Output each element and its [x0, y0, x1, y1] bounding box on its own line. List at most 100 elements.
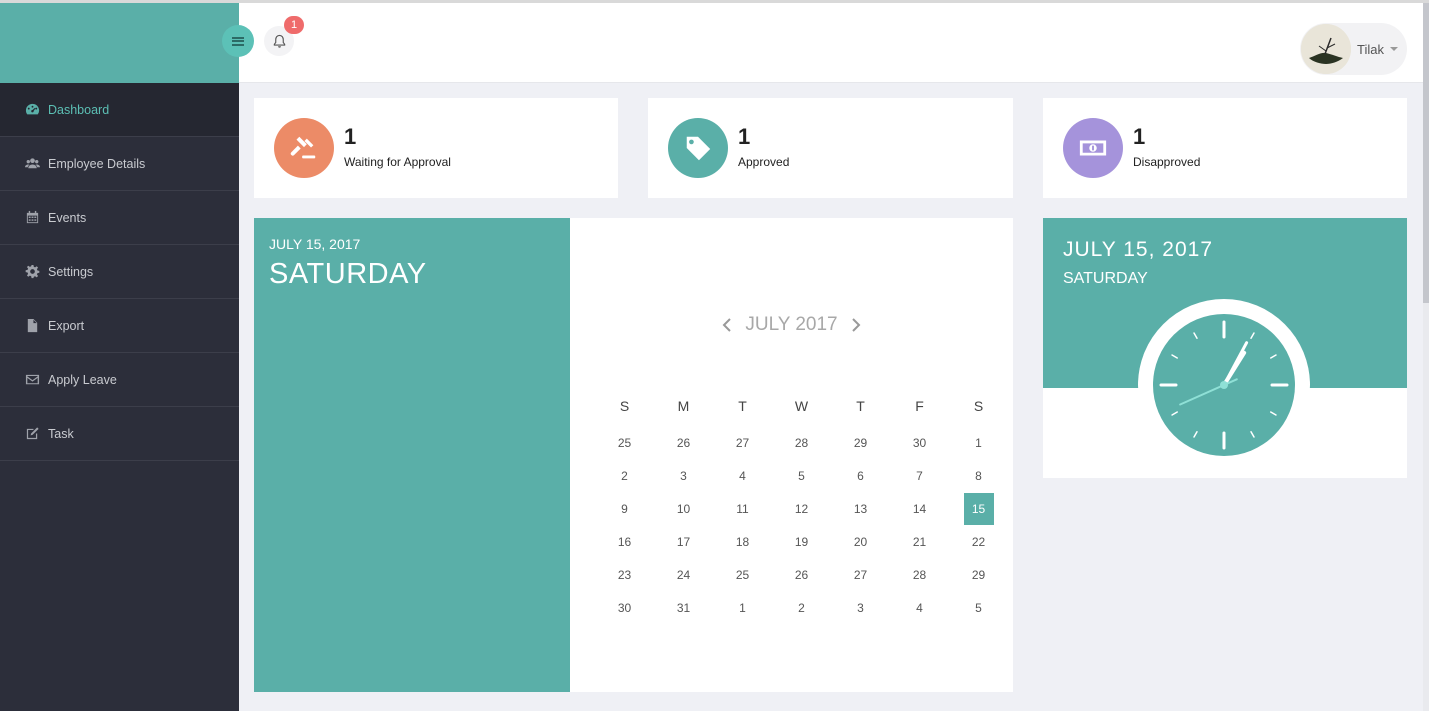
weekday-label: T	[738, 398, 747, 414]
clock-date: JULY 15, 2017	[1063, 238, 1213, 261]
menu-toggle-button[interactable]	[222, 25, 254, 57]
calendar-day[interactable]: 16	[595, 525, 654, 558]
calendar-day[interactable]: 28	[890, 558, 949, 591]
calendar-day[interactable]: 10	[654, 492, 713, 525]
sidebar-item-label: Dashboard	[48, 102, 110, 117]
calendar-day[interactable]: 1	[713, 591, 772, 624]
calendar-day[interactable]: 25	[595, 426, 654, 459]
calendar-grid: S M T W T F S 25 26 27 28 29 30 1 2 3 4 …	[595, 393, 1008, 624]
stat-card-waiting: 1 Waiting for Approval	[254, 98, 618, 198]
top-header	[239, 3, 1423, 83]
next-month-button[interactable]	[846, 315, 866, 335]
calendar-month-nav: JULY 2017	[570, 313, 1013, 337]
tag-icon	[668, 118, 728, 178]
gear-icon	[24, 264, 40, 280]
calendar-date-panel: JULY 15, 2017 SATURDAY	[254, 218, 570, 692]
users-icon	[24, 156, 40, 172]
calendar-day[interactable]: 13	[831, 492, 890, 525]
sidebar-item-task[interactable]: Task	[0, 407, 239, 461]
clock-day: SATURDAY	[1063, 270, 1148, 287]
calendar-day[interactable]: 19	[772, 525, 831, 558]
calendar-day[interactable]: 2	[772, 591, 831, 624]
calendar-day[interactable]: 12	[772, 492, 831, 525]
calendar-week-row: 9 10 11 12 13 14 15	[595, 492, 1008, 525]
calendar-day[interactable]: 29	[831, 426, 890, 459]
sidebar-item-label: Employee Details	[48, 156, 146, 171]
sidebar-item-employee-details[interactable]: Employee Details	[0, 137, 239, 191]
calendar-day[interactable]: 5	[949, 591, 1008, 624]
sidebar-item-export[interactable]: Export	[0, 299, 239, 353]
user-name: Tilak	[1357, 41, 1384, 57]
weekday-label: F	[915, 398, 924, 414]
brand-area	[0, 0, 239, 83]
money-icon	[1063, 118, 1123, 178]
calendar-day[interactable]: 21	[890, 525, 949, 558]
analog-clock-icon	[1138, 299, 1310, 471]
hamburger-icon	[232, 35, 244, 47]
calendar-day[interactable]: 31	[654, 591, 713, 624]
calendar-day[interactable]: 7	[890, 459, 949, 492]
calendar-day[interactable]: 2	[595, 459, 654, 492]
calendar-day[interactable]: 4	[890, 591, 949, 624]
window-top-border	[0, 0, 1429, 3]
stat-card-disapproved: 1 Disapproved	[1043, 98, 1407, 198]
user-menu[interactable]: Tilak	[1300, 23, 1407, 75]
calendar-week-row: 30 31 1 2 3 4 5	[595, 591, 1008, 624]
sidebar-item-dashboard[interactable]: Dashboard	[0, 83, 239, 137]
calendar-day[interactable]: 26	[772, 558, 831, 591]
calendar-day[interactable]: 29	[949, 558, 1008, 591]
weekday-label: S	[973, 398, 984, 414]
calendar-day[interactable]: 26	[654, 426, 713, 459]
calendar-day[interactable]: 28	[772, 426, 831, 459]
sidebar-item-settings[interactable]: Settings	[0, 245, 239, 299]
weekday-label: W	[794, 398, 809, 414]
calendar-day[interactable]: 3	[654, 459, 713, 492]
calendar-day[interactable]: 11	[713, 492, 772, 525]
clock-widget: JULY 15, 2017 SATURDAY	[1043, 218, 1407, 478]
stat-count: 1	[1133, 124, 1146, 149]
calendar-day-selected[interactable]: 15	[949, 492, 1008, 525]
calendar-month-label: JULY 2017	[745, 314, 838, 335]
calendar-day[interactable]: 3	[831, 591, 890, 624]
calendar-day[interactable]: 23	[595, 558, 654, 591]
stat-label: Waiting for Approval	[344, 155, 451, 169]
calendar-day[interactable]: 4	[713, 459, 772, 492]
bell-icon	[273, 34, 285, 48]
calendar-panel: JULY 2017 S M T W T F S 25 26 27 28 29 3…	[570, 218, 1013, 692]
sidebar-item-label: Task	[48, 426, 74, 441]
sidebar: Dashboard Employee Details Events Settin…	[0, 83, 239, 711]
sidebar-item-apply-leave[interactable]: Apply Leave	[0, 353, 239, 407]
calendar-day[interactable]: 17	[654, 525, 713, 558]
prev-month-button[interactable]	[717, 315, 737, 335]
sidebar-item-label: Apply Leave	[48, 372, 117, 387]
calendar-day[interactable]: 30	[595, 591, 654, 624]
calendar-day[interactable]: 27	[831, 558, 890, 591]
calendar-day[interactable]: 1	[949, 426, 1008, 459]
page-scrollbar-thumb[interactable]	[1423, 3, 1429, 303]
envelope-icon	[24, 372, 40, 388]
calendar-day[interactable]: 27	[713, 426, 772, 459]
calendar-day[interactable]: 24	[654, 558, 713, 591]
edit-icon	[24, 426, 40, 442]
calendar-day[interactable]: 30	[890, 426, 949, 459]
avatar	[1301, 24, 1351, 74]
calendar-day[interactable]: 25	[713, 558, 772, 591]
calendar-icon	[24, 210, 40, 226]
calendar-week-row: 16 17 18 19 20 21 22	[595, 525, 1008, 558]
chevron-right-icon	[851, 318, 861, 332]
calendar-day[interactable]: 6	[831, 459, 890, 492]
caret-down-icon	[1389, 47, 1398, 51]
selected-day-label: 15	[963, 492, 994, 525]
calendar-day[interactable]: 5	[772, 459, 831, 492]
calendar-current-day: SATURDAY	[269, 258, 427, 290]
notification-badge: 1	[284, 16, 304, 34]
sidebar-item-events[interactable]: Events	[0, 191, 239, 245]
stat-count: 1	[344, 124, 357, 149]
calendar-day[interactable]: 8	[949, 459, 1008, 492]
calendar-day[interactable]: 14	[890, 492, 949, 525]
calendar-day[interactable]: 9	[595, 492, 654, 525]
stat-label: Disapproved	[1133, 155, 1201, 169]
calendar-day[interactable]: 22	[949, 525, 1008, 558]
calendar-day[interactable]: 20	[831, 525, 890, 558]
calendar-day[interactable]: 18	[713, 525, 772, 558]
